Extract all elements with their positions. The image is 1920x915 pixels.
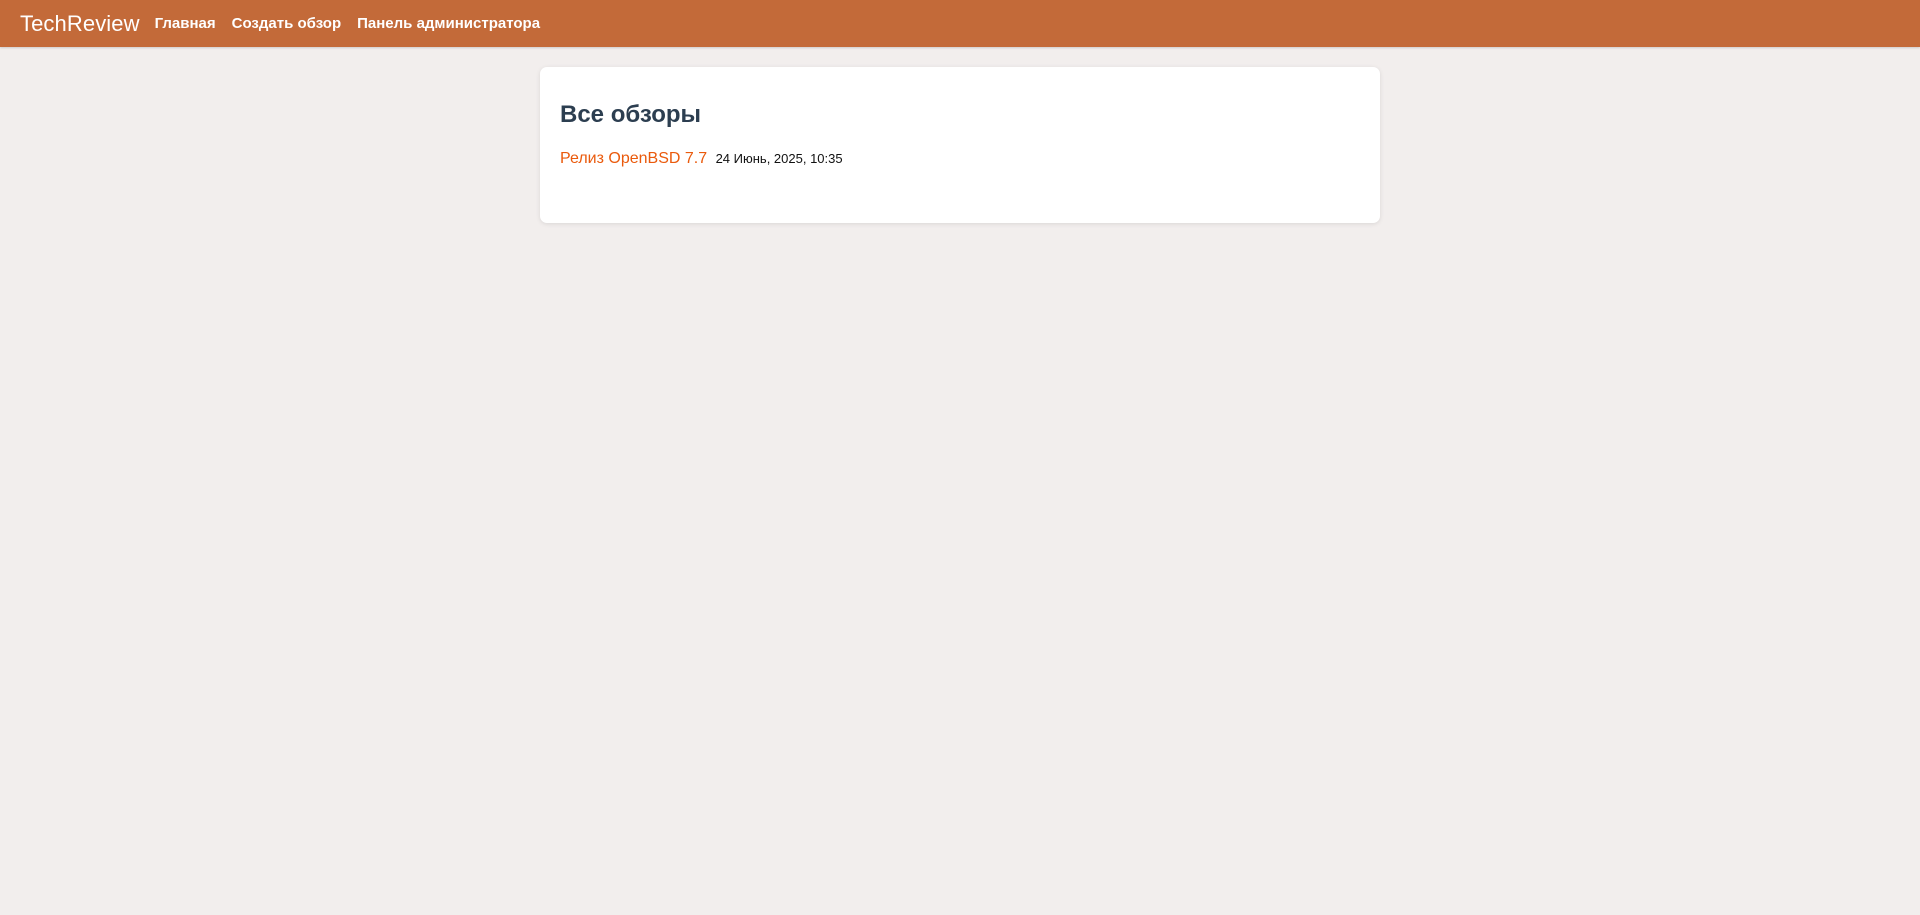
nav-link-admin-panel[interactable]: Панель администратора (357, 15, 540, 32)
nav-link-create-review[interactable]: Создать обзор (232, 15, 342, 32)
reviews-card: Все обзоры Релиз OpenBSD 7.7 24 Июнь, 20… (540, 67, 1380, 223)
page-title: Все обзоры (560, 101, 702, 128)
review-date: 24 Июнь, 2025, 10:35 (715, 151, 843, 166)
review-title-link[interactable]: Релиз OpenBSD 7.7 (560, 150, 707, 167)
review-list-item: Релиз OpenBSD 7.7 24 Июнь, 2025, 10:35 (560, 151, 1360, 167)
nav-links: Главная Создать обзор Панель администрат… (155, 15, 556, 32)
nav-link-home[interactable]: Главная (155, 15, 216, 32)
top-navbar: TechReview Главная Создать обзор Панель … (0, 0, 1920, 47)
brand-logo-link[interactable]: TechReview (20, 11, 140, 37)
